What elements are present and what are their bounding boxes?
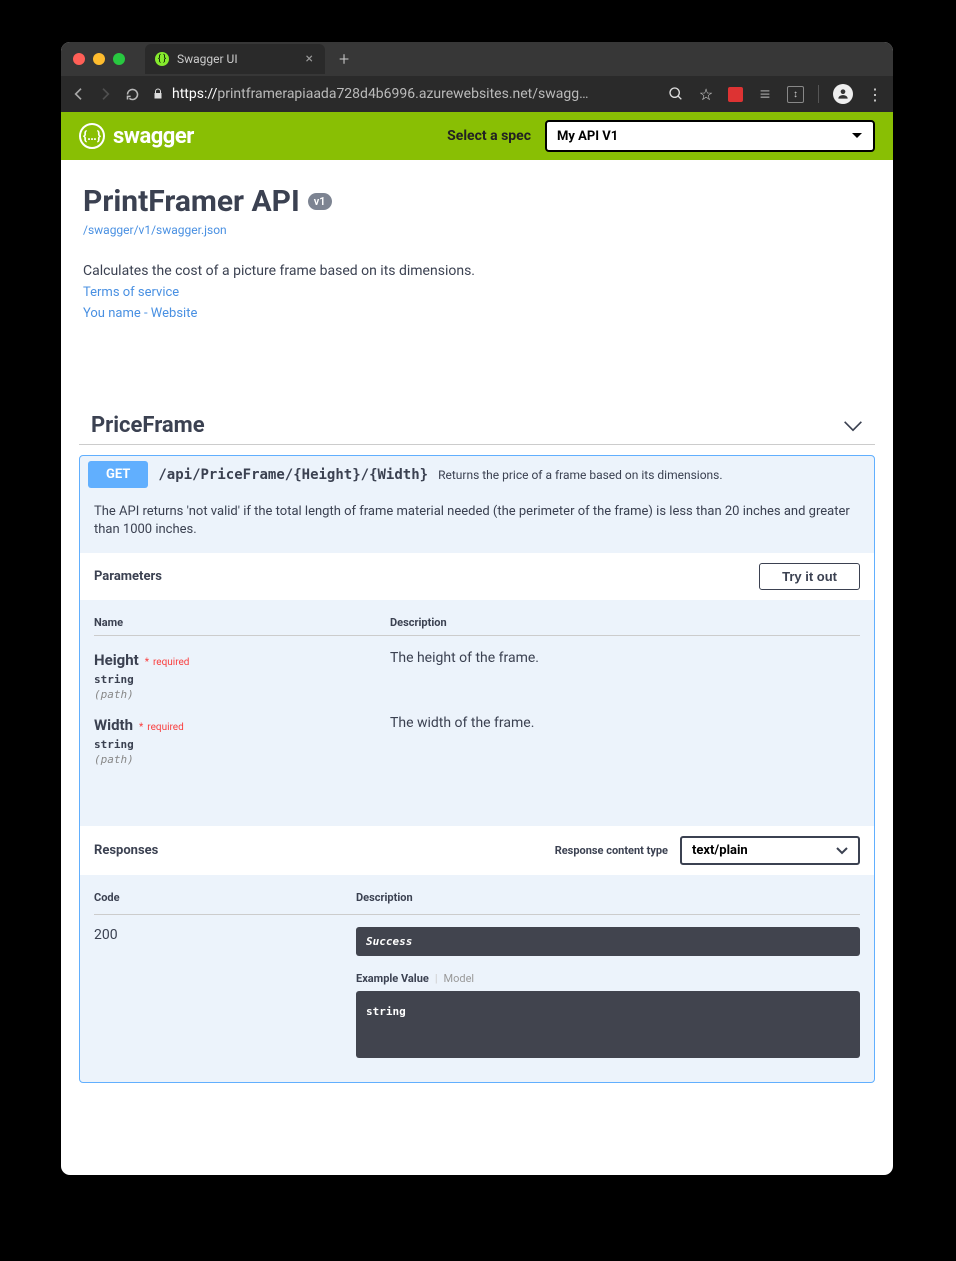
new-tab-button[interactable]: + — [339, 49, 349, 70]
chevron-down-icon — [843, 420, 863, 432]
address-bar: https://printframerapiaada728d4b6996.azu… — [61, 76, 893, 112]
responses-heading: Responses — [94, 843, 158, 858]
operation-header[interactable]: GET /api/PriceFrame/{Height}/{Width} Ret… — [80, 456, 874, 493]
spec-select-label: Select a spec — [447, 128, 531, 144]
content-type-value: text/plain — [692, 843, 748, 858]
resp-header-code: Code — [94, 891, 356, 904]
reload-icon[interactable] — [125, 87, 140, 102]
extension-icon-2[interactable]: ≡ — [757, 86, 773, 102]
lock-icon — [152, 88, 164, 100]
browser-tabs: { } Swagger UI × + — [145, 44, 349, 74]
required-label: required — [153, 657, 189, 668]
parameters-heading: Parameters — [94, 569, 162, 584]
example-value-box: string — [356, 991, 860, 1058]
param-name: Height — [94, 651, 139, 669]
url-field[interactable]: https://printframerapiaada728d4b6996.azu… — [152, 86, 656, 102]
swagger-json-link[interactable]: /swagger/v1/swagger.json — [83, 223, 871, 237]
swagger-topbar: {…} swagger Select a spec My API V1 — [61, 112, 893, 160]
required-star: * — [139, 722, 143, 733]
browser-tab-active[interactable]: { } Swagger UI × — [145, 44, 325, 74]
extension-icon-3[interactable]: ↕ — [787, 86, 804, 103]
operation-get-priceframe: GET /api/PriceFrame/{Height}/{Width} Ret… — [79, 455, 875, 1083]
tab-favicon: { } — [155, 52, 169, 66]
param-type: string — [94, 738, 390, 751]
extension-icon-1[interactable] — [728, 87, 743, 102]
contact-link[interactable]: You name - Website — [83, 306, 871, 321]
browser-window: { } Swagger UI × + https://printframerap… — [61, 42, 893, 1175]
window-controls — [73, 53, 125, 65]
tab-title: Swagger UI — [177, 52, 238, 66]
nav-back-icon[interactable] — [71, 86, 87, 102]
swagger-logo-text: swagger — [113, 124, 194, 149]
zoom-icon[interactable] — [668, 86, 684, 102]
spec-select-dropdown[interactable]: My API V1 — [545, 120, 875, 152]
operation-summary: Returns the price of a frame based on it… — [438, 468, 722, 482]
minimize-window-button[interactable] — [93, 53, 105, 65]
param-row-height: Height * required string (path) The heig… — [94, 636, 860, 701]
param-in: (path) — [94, 688, 390, 701]
param-description: The height of the frame. — [390, 650, 860, 701]
resp-header-desc: Description — [356, 891, 413, 904]
profile-avatar[interactable] — [833, 84, 853, 104]
chevron-down-icon — [851, 132, 863, 140]
param-row-width: Width * required string (path) The width… — [94, 701, 860, 766]
param-in: (path) — [94, 753, 390, 766]
example-value-tab[interactable]: Example Value — [356, 972, 429, 985]
window-titlebar: { } Swagger UI × + — [61, 42, 893, 76]
api-description: Calculates the cost of a picture frame b… — [83, 263, 871, 279]
section-title: PriceFrame — [91, 413, 205, 438]
section-priceframe-header[interactable]: PriceFrame — [79, 407, 875, 445]
content-type-dropdown[interactable]: text/plain — [680, 836, 860, 865]
divider: | — [435, 972, 438, 985]
nav-forward-icon[interactable] — [97, 86, 113, 102]
swagger-logo-icon: {…} — [79, 123, 105, 149]
param-header-name: Name — [94, 616, 390, 629]
response-code: 200 — [94, 927, 356, 1058]
param-name: Width — [94, 716, 133, 734]
method-badge: GET — [88, 461, 148, 488]
try-it-out-button[interactable]: Try it out — [759, 563, 860, 590]
param-type: string — [94, 673, 390, 686]
separator — [818, 85, 819, 103]
model-tab[interactable]: Model — [444, 972, 475, 985]
maximize-window-button[interactable] — [113, 53, 125, 65]
spec-select-value: My API V1 — [557, 129, 618, 144]
menu-dots-icon[interactable]: ⋮ — [867, 86, 883, 102]
terms-link[interactable]: Terms of service — [83, 285, 871, 300]
response-description: Success — [356, 927, 860, 956]
url-text: https://printframerapiaada728d4b6996.azu… — [172, 86, 588, 102]
required-star: * — [145, 657, 149, 668]
param-header-desc: Description — [390, 616, 860, 629]
chevron-down-icon — [836, 847, 848, 855]
version-badge: v1 — [308, 193, 332, 210]
response-row-200: 200 Success Example Value | Model string — [94, 915, 860, 1058]
star-icon[interactable]: ☆ — [698, 86, 714, 102]
swagger-logo[interactable]: {…} swagger — [79, 123, 194, 149]
tab-close-icon[interactable]: × — [306, 51, 313, 67]
param-description: The width of the frame. — [390, 715, 860, 766]
operation-description: The API returns 'not valid' if the total… — [94, 503, 860, 539]
api-title: PrintFramer API v1 — [83, 184, 871, 219]
operation-path: /api/PriceFrame/{Height}/{Width} — [158, 467, 428, 483]
required-label: required — [147, 722, 183, 733]
content-type-label: Response content type — [555, 844, 668, 857]
close-window-button[interactable] — [73, 53, 85, 65]
